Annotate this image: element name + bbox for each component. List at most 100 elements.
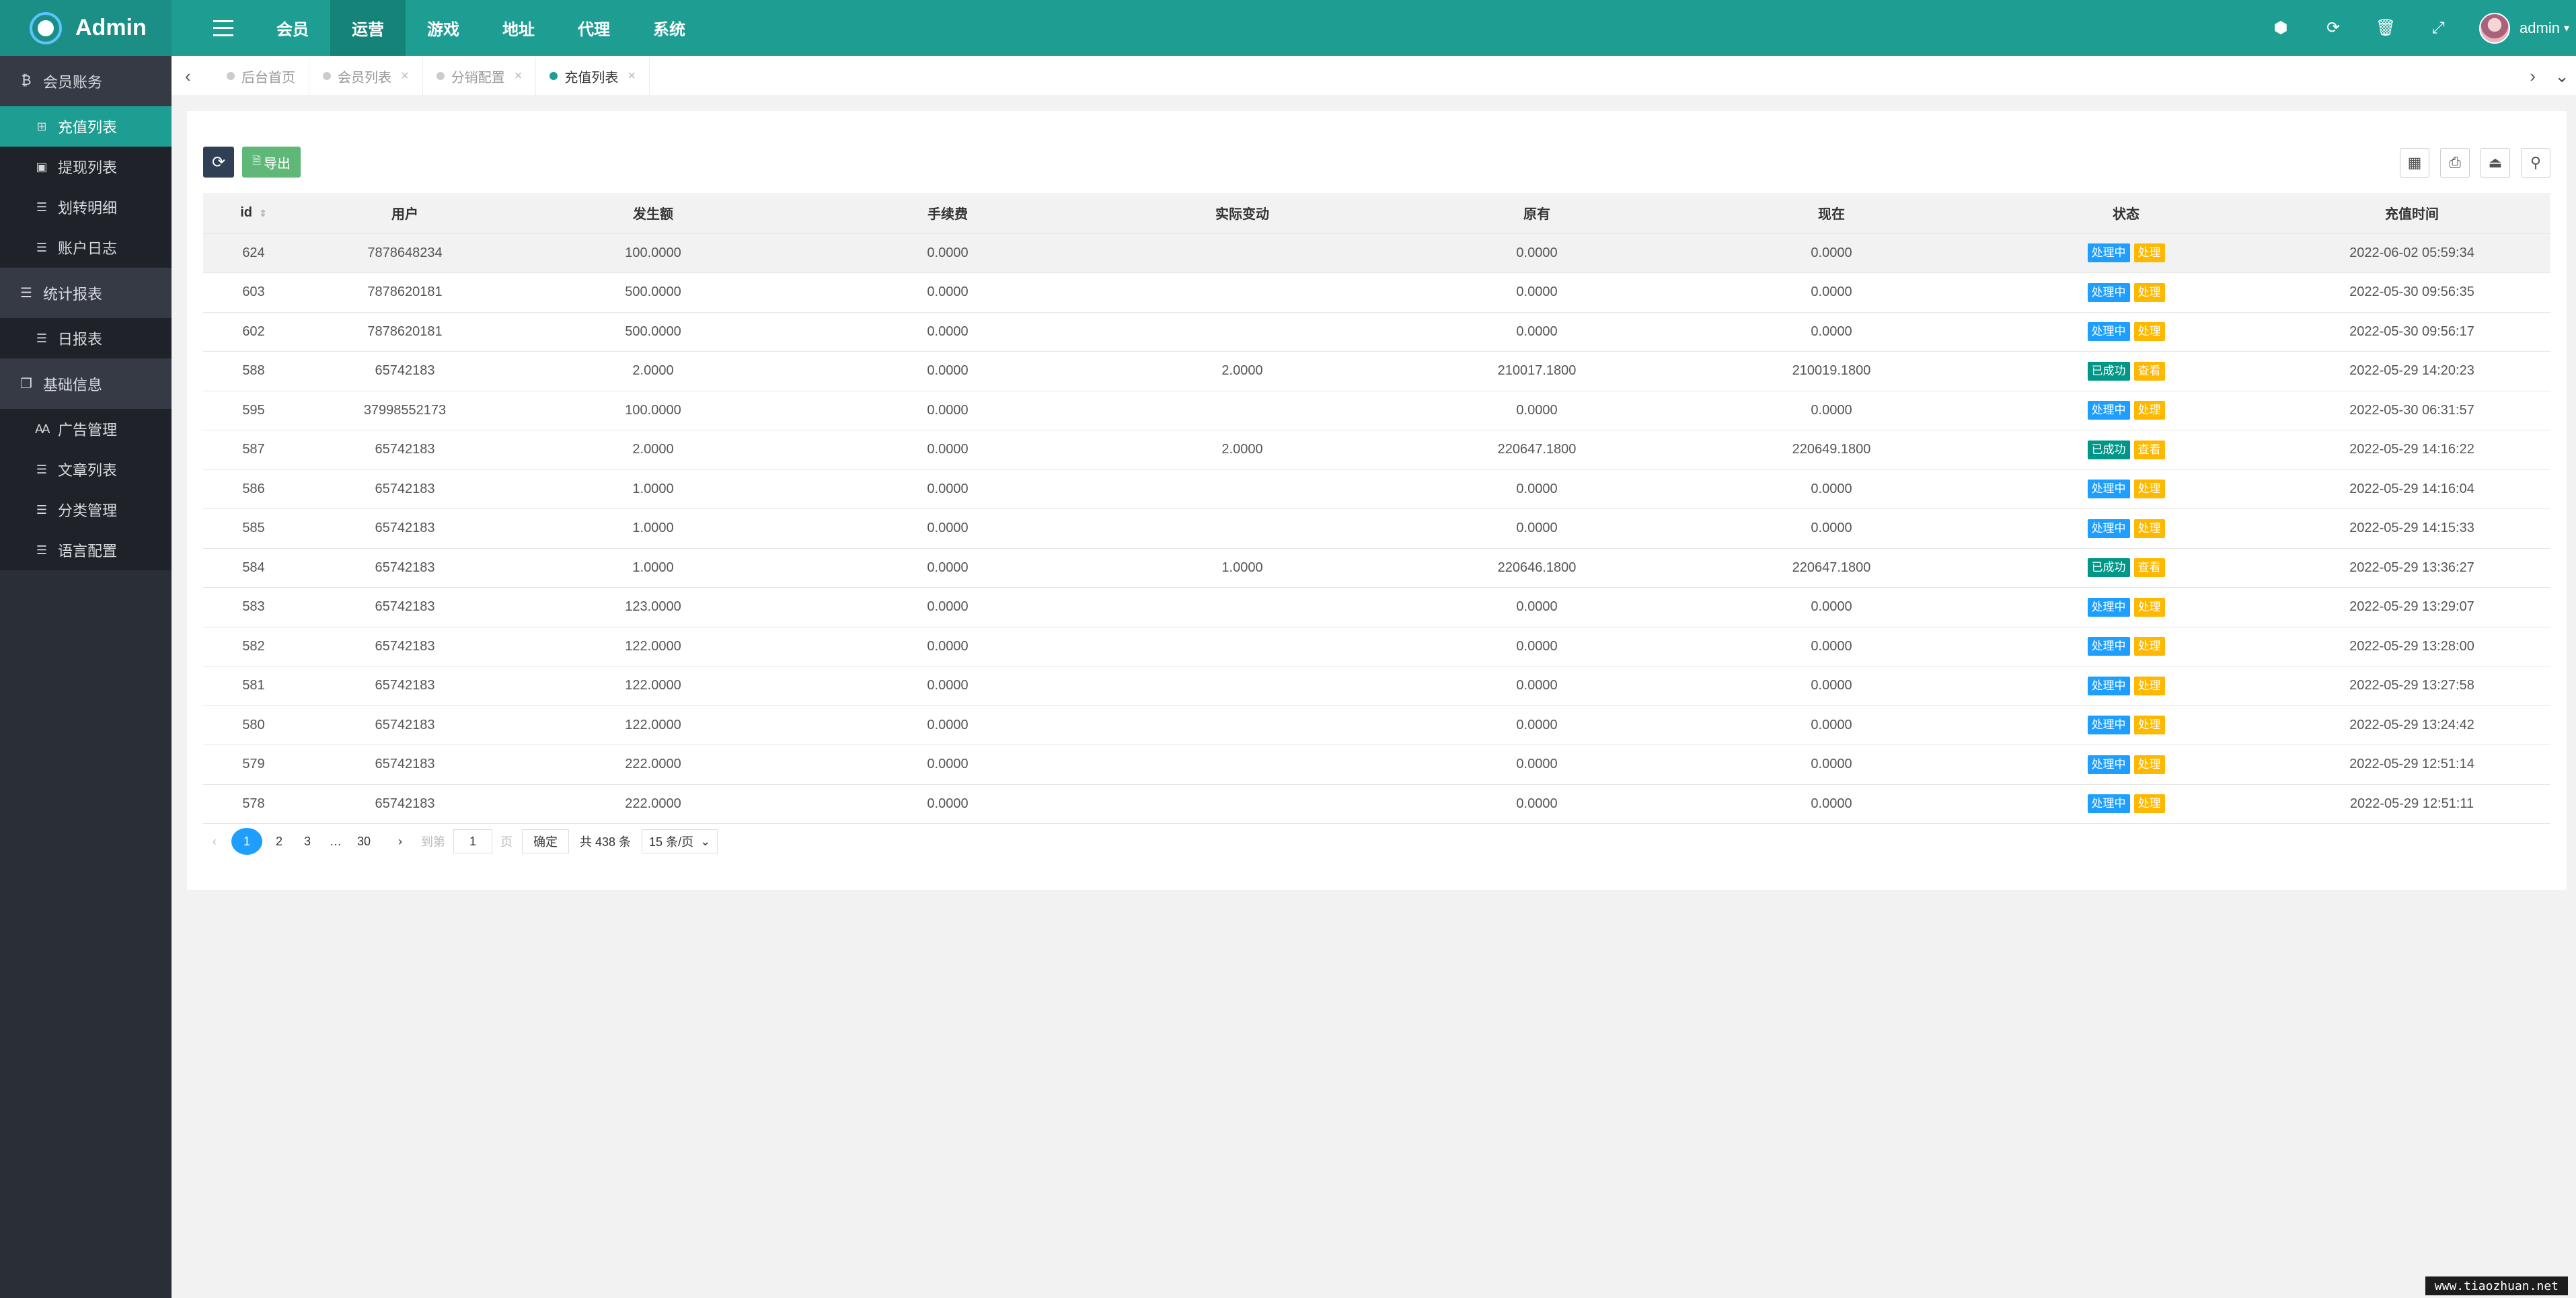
process-button[interactable]: 处理	[2133, 716, 2165, 735]
status-badge: 处理中	[2087, 676, 2130, 695]
process-button[interactable]: 处理	[2133, 597, 2165, 617]
page-2[interactable]: 2	[268, 829, 291, 853]
column-header-current: 现在	[1684, 193, 1979, 234]
per-page-select[interactable]: 15 条/页 ⌄	[642, 829, 718, 853]
list-icon: ☰	[36, 502, 48, 517]
sidebar-group-reports[interactable]: ☰ 统计报表	[0, 268, 172, 318]
cell-status: 处理中 处理	[1979, 745, 2273, 785]
export-icon[interactable]: ⏏	[2480, 148, 2510, 178]
status-badge: 处理中	[2087, 597, 2130, 617]
cell-fee: 0.0000	[800, 745, 1095, 785]
tab-recharge-list[interactable]: 充值列表 ×	[536, 56, 650, 96]
watermark: www.tiaozhuan.net	[2425, 1276, 2568, 1295]
process-button[interactable]: 处理	[2133, 401, 2165, 420]
cell-current: 0.0000	[1684, 508, 1979, 549]
sidebar-item-articles[interactable]: ☰ 文章列表	[0, 449, 172, 490]
view-button[interactable]: 查看	[2133, 558, 2165, 578]
topnav-item-game[interactable]: 游戏	[406, 0, 481, 56]
process-button[interactable]: 处理	[2133, 480, 2165, 499]
cell-fee: 0.0000	[800, 312, 1095, 352]
print-icon[interactable]: ⎙	[2440, 148, 2470, 178]
brand[interactable]: Admin	[0, 0, 172, 56]
refresh-button[interactable]: ⟳	[203, 147, 234, 178]
brand-title: Admin	[75, 15, 147, 40]
recharge-table: id ⇕ 用户 发生额 手续费 实际变动 原有 现在 状态 充值时间 624 787…	[203, 193, 2550, 824]
cell-amount: 500.0000	[506, 312, 800, 352]
avatar	[2479, 12, 2511, 44]
tab-distribution-config[interactable]: 分销配置 ×	[423, 56, 537, 96]
cell-current: 0.0000	[1684, 627, 1979, 666]
page-1[interactable]: 1	[231, 828, 262, 855]
process-button[interactable]: 处理	[2133, 755, 2165, 774]
tab-label: 分销配置	[451, 70, 505, 85]
view-button[interactable]: 查看	[2133, 361, 2165, 381]
sidebar-item-transfer-detail[interactable]: ☰ 划转明细	[0, 187, 172, 227]
search-icon[interactable]: ⚲	[2521, 148, 2550, 178]
tab-dot	[550, 72, 558, 80]
sidebar-item-daily-report[interactable]: ☰ 日报表	[0, 318, 172, 358]
sidebar-item-label: 文章列表	[58, 462, 118, 479]
sort-icon[interactable]: ⇕	[259, 208, 267, 218]
process-button[interactable]: 处理	[2133, 637, 2165, 656]
page-3[interactable]: 3	[296, 829, 319, 853]
close-icon[interactable]: ×	[515, 69, 523, 84]
column-header-recharge-time: 充值时间	[2273, 193, 2550, 234]
process-button[interactable]: 处理	[2133, 243, 2165, 263]
sidebar-item-language[interactable]: ☰ 语言配置	[0, 530, 172, 570]
cell-user: 65742183	[304, 430, 506, 470]
sidebar-group-basic-info[interactable]: ❐ 基础信息	[0, 358, 172, 409]
tab-dot	[436, 72, 445, 80]
chevron-right-icon[interactable]: ›	[2530, 67, 2536, 85]
topnav-item-system[interactable]: 系统	[632, 0, 707, 56]
refresh-icon[interactable]: ⟳	[2307, 0, 2359, 56]
process-button[interactable]: 处理	[2133, 322, 2165, 342]
cell-original: 210017.1800	[1390, 351, 1684, 391]
process-button[interactable]: 处理	[2133, 794, 2165, 814]
table-row: 624 7878648234 100.0000 0.0000 0.0000 0.0000 处…	[203, 233, 2550, 273]
sidebar-item-recharge-list[interactable]: ⊞ 充值列表	[0, 106, 172, 147]
cell-actual-change	[1095, 666, 1390, 706]
chevron-down-icon[interactable]: ⌄	[2554, 67, 2569, 85]
topnav-item-address[interactable]: 地址	[481, 0, 556, 56]
sidebar-item-categories[interactable]: ☰ 分类管理	[0, 490, 172, 530]
close-icon[interactable]: ×	[628, 69, 636, 84]
tab-home[interactable]: 后台首页	[213, 56, 309, 96]
topnav-item-operation[interactable]: 运营	[330, 0, 406, 56]
sidebar-item-withdraw-list[interactable]: ▣ 提现列表	[0, 147, 172, 187]
process-button[interactable]: 处理	[2133, 519, 2165, 538]
status-badge: 已成功	[2087, 558, 2130, 578]
close-icon[interactable]: ×	[401, 69, 409, 84]
cell-status: 处理中 处理	[1979, 469, 2273, 509]
status-badge: 已成功	[2087, 361, 2130, 381]
theme-icon[interactable]: ⬢	[2255, 0, 2307, 56]
sidebar-group-account[interactable]: ₿ 会员账务	[0, 56, 172, 106]
goto-page-input[interactable]: 1	[453, 829, 492, 853]
menu-toggle-button[interactable]	[192, 0, 255, 56]
copy-icon: ❐	[20, 377, 32, 391]
chevron-left-icon[interactable]: ‹	[185, 67, 191, 85]
sidebar-item-account-log[interactable]: ☰ 账户日志	[0, 227, 172, 268]
columns-icon[interactable]: ▦	[2400, 148, 2429, 178]
list-icon: ☰	[36, 543, 48, 557]
table-row: 581 65742183 122.0000 0.0000 0.0000 0.0000 处理中…	[203, 666, 2550, 706]
user-menu[interactable]: admin ▾	[2464, 12, 2576, 44]
prev-page-icon[interactable]: ‹	[203, 829, 226, 853]
status-badge: 处理中	[2087, 794, 2130, 814]
export-button[interactable]: 🗎 导出	[242, 147, 301, 178]
trash-icon[interactable]: 🗑	[2359, 0, 2412, 56]
next-page-icon[interactable]: ›	[389, 829, 412, 853]
cell-user: 65742183	[304, 745, 506, 785]
tab-member-list[interactable]: 会员列表 ×	[309, 56, 423, 96]
fullscreen-icon[interactable]: ⤢	[2412, 0, 2464, 56]
process-button[interactable]: 处理	[2133, 282, 2165, 302]
sidebar-item-ads[interactable]: Ꜳ 广告管理	[0, 409, 172, 449]
column-header-id[interactable]: id ⇕	[203, 193, 304, 234]
goto-confirm-button[interactable]: 确定	[522, 829, 569, 853]
hamburger-icon	[213, 20, 233, 36]
cell-user: 65742183	[304, 548, 506, 588]
process-button[interactable]: 处理	[2133, 676, 2165, 695]
view-button[interactable]: 查看	[2133, 440, 2165, 459]
topnav-item-agent[interactable]: 代理	[556, 0, 632, 56]
topnav-item-member[interactable]: 会员	[255, 0, 330, 56]
page-last[interactable]: 30	[352, 829, 375, 853]
